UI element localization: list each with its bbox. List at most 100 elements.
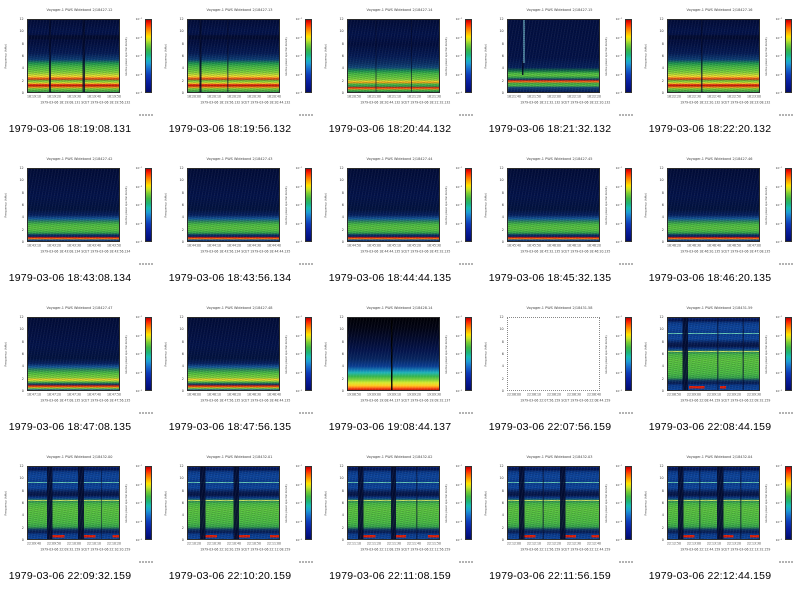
y-tick-label: 12 bbox=[339, 464, 344, 468]
scet-range-label: 1979-03-06 22:11:08.159 SCET 1979-03-06 … bbox=[360, 548, 451, 552]
y-tick-label: 8 bbox=[181, 339, 184, 344]
y-tick-label: 0 bbox=[661, 538, 664, 542]
panel-title: Voyager-1 PWS Wideband 2/18428.14 bbox=[366, 306, 433, 311]
y-tick-label: 6 bbox=[661, 54, 664, 58]
y-tick-label: 0 bbox=[21, 91, 24, 95]
y-axis-label: Frequency (kHz) bbox=[163, 341, 167, 367]
colorbar-tick-label: 10⁻² bbox=[295, 482, 302, 487]
scet-range-label: 1979-03-06 18:20:44.132 SCET 1979-03-06 … bbox=[360, 101, 451, 105]
x-tick-label: 22:10:20 bbox=[107, 542, 122, 546]
x-tick-label: 18:44:40 bbox=[267, 244, 282, 248]
plot-footnote-mark bbox=[779, 263, 794, 265]
x-tick-label: 22:12:10 bbox=[527, 542, 542, 546]
x-tick-label: 18:22:20 bbox=[667, 95, 682, 99]
y-axis-label-wrap: Frequency (kHz) bbox=[320, 168, 330, 242]
y-axis-label-wrap: Frequency (kHz) bbox=[480, 19, 490, 93]
y-tick-label: 10 bbox=[659, 476, 664, 481]
spectrogram-thumbnail[interactable]: Voyager-1 PWS Wideband 2/18431.58 Freque… bbox=[480, 298, 640, 447]
spectrogram-thumbnail[interactable]: Voyager-1 PWS Wideband 2/18427.46 Freque… bbox=[640, 149, 800, 298]
y-axis-label-wrap: Frequency (kHz) bbox=[0, 466, 10, 540]
y-tick-label: 6 bbox=[341, 352, 344, 356]
y-tick-label: 4 bbox=[501, 364, 504, 369]
spectrogram-thumbnail[interactable]: Voyager-1 PWS Wideband 2/18432.04 Freque… bbox=[640, 447, 800, 596]
spectrogram-thumbnail[interactable]: Voyager-1 PWS Wideband 2/18427.47 Freque… bbox=[0, 298, 160, 447]
y-axis-label-wrap: Frequency (kHz) bbox=[0, 317, 10, 391]
colorbar-tick-label: 10⁻³ bbox=[615, 54, 622, 58]
spectrogram-thumbnail[interactable]: Voyager-1 PWS Wideband 2/18427.12 Freque… bbox=[0, 0, 160, 149]
scet-range-label: 1979-03-06 22:12:44.159 SCET 1979-03-06 … bbox=[680, 548, 771, 552]
spectrogram-thumbnail[interactable]: Voyager-1 PWS Wideband 2/18432.02 Freque… bbox=[320, 447, 480, 596]
y-tick-label: 0 bbox=[341, 91, 344, 95]
x-tick-label: 18:20:00 bbox=[187, 95, 202, 99]
y-tick-label: 4 bbox=[181, 66, 184, 71]
spectrogram-thumbnail[interactable]: Voyager-1 PWS Wideband 2/18427.43 Freque… bbox=[160, 149, 320, 298]
y-tick-label: 6 bbox=[341, 54, 344, 58]
spectrogram-thumbnail[interactable]: Voyager-1 PWS Wideband 2/18427.13 Freque… bbox=[160, 0, 320, 149]
spectrogram-thumbnail[interactable]: Voyager-1 PWS Wideband 2/18432.00 Freque… bbox=[0, 447, 160, 596]
x-tick-label: 22:10:30 bbox=[207, 542, 222, 546]
colorbar-tick-labels: 10⁻¹ 10⁻² 10⁻³ 10⁻⁴ 10⁻⁵ bbox=[765, 17, 783, 95]
y-tick-label: 4 bbox=[181, 215, 184, 220]
x-tick-label: 18:44:00 bbox=[187, 244, 202, 248]
x-tick-label: 18:21:40 bbox=[507, 95, 522, 99]
y-axis-label: Frequency (kHz) bbox=[3, 192, 7, 218]
colorbar-tick-label: 10⁻² bbox=[135, 35, 142, 40]
plot-area bbox=[507, 19, 600, 93]
y-tick-label: 8 bbox=[501, 190, 504, 195]
y-tick-label: 4 bbox=[661, 364, 664, 369]
x-tick-label: 22:08:50 bbox=[667, 393, 682, 397]
y-tick-label: 4 bbox=[501, 215, 504, 220]
colorbar-gradient bbox=[465, 317, 472, 391]
colorbar-tick-label: 10⁻¹ bbox=[295, 17, 302, 21]
y-tick-label: 8 bbox=[501, 488, 504, 493]
y-tick-label: 12 bbox=[179, 464, 184, 468]
spectrogram-thumbnail[interactable]: Voyager-1 PWS Wideband 2/18427.16 Freque… bbox=[640, 0, 800, 149]
x-tick-label: 18:45:40 bbox=[507, 244, 522, 248]
colorbar-tick-labels: 10⁻¹ 10⁻² 10⁻³ 10⁻⁴ 10⁻⁵ bbox=[605, 464, 623, 542]
plot-area bbox=[187, 317, 280, 391]
y-tick-label: 6 bbox=[661, 203, 664, 207]
plot-footnote-mark bbox=[619, 114, 634, 116]
y-tick-labels: 12 10 8 6 4 2 0 bbox=[490, 17, 505, 95]
spectrogram-thumbnail[interactable]: Voyager-1 PWS Wideband 2/18427.44 Freque… bbox=[320, 149, 480, 298]
spectrogram-thumbnail[interactable]: Voyager-1 PWS Wideband 2/18432.03 Freque… bbox=[480, 447, 640, 596]
y-tick-label: 0 bbox=[661, 240, 664, 244]
colorbar-tick-label: 10⁻⁵ bbox=[615, 389, 622, 393]
spectrogram-thumbnail[interactable]: Voyager-1 PWS Wideband 2/18431.59 Freque… bbox=[640, 298, 800, 447]
y-tick-labels: 12 10 8 6 4 2 0 bbox=[650, 17, 665, 95]
colorbar-tick-labels: 10⁻¹ 10⁻² 10⁻³ 10⁻⁴ 10⁻⁵ bbox=[285, 166, 303, 244]
colorbar-tick-label: 10⁻² bbox=[615, 333, 622, 338]
colorbar-gradient bbox=[625, 317, 632, 391]
scet-range-label: 1979-03-06 22:08:44.159 SCET 1979-03-06 … bbox=[680, 399, 771, 403]
y-tick-label: 2 bbox=[21, 525, 24, 530]
panel-caption: 1979-03-06 18:43:08.134 bbox=[8, 272, 132, 284]
spectrogram-thumbnail[interactable]: Voyager-1 PWS Wideband 2/18427.42 Freque… bbox=[0, 149, 160, 298]
colorbar-tick-label: 10⁻⁴ bbox=[775, 72, 782, 77]
spectrogram-thumbnail[interactable]: Voyager-1 PWS Wideband 2/18432.01 Freque… bbox=[160, 447, 320, 596]
panel-caption: 1979-03-06 18:19:08.131 bbox=[8, 123, 132, 135]
x-tick-label: 18:45:50 bbox=[527, 244, 542, 248]
colorbar-tick-label: 10⁻⁴ bbox=[615, 519, 622, 524]
x-tick-label: 18:21:50 bbox=[527, 95, 542, 99]
x-tick-label: 22:13:10 bbox=[707, 542, 722, 546]
colorbar-gradient bbox=[145, 19, 152, 93]
x-tick-label: 22:10:00 bbox=[67, 542, 82, 546]
y-axis-label-wrap: Frequency (kHz) bbox=[0, 168, 10, 242]
y-tick-label: 8 bbox=[21, 488, 24, 493]
spectrogram-thumbnail[interactable]: Voyager-1 PWS Wideband 2/18427.48 Freque… bbox=[160, 298, 320, 447]
y-axis-label: Frequency (kHz) bbox=[643, 43, 647, 69]
panel-title: Voyager-1 PWS Wideband 2/18432.01 bbox=[206, 455, 273, 460]
panel-title: Voyager-1 PWS Wideband 2/18427.16 bbox=[686, 8, 753, 13]
plot-area bbox=[27, 466, 120, 540]
y-tick-label: 2 bbox=[661, 78, 664, 83]
spectrogram-thumbnail[interactable]: Voyager-1 PWS Wideband 2/18427.45 Freque… bbox=[480, 149, 640, 298]
spectrogram-thumbnail[interactable]: Voyager-1 PWS Wideband 2/18427.15 Freque… bbox=[480, 0, 640, 149]
plot-area bbox=[27, 19, 120, 93]
x-tick-label: 18:19:10 bbox=[27, 95, 42, 99]
colorbar-tick-label: 10⁻² bbox=[615, 184, 622, 189]
spectrogram-thumbnail[interactable]: Voyager-1 PWS Wideband 2/18428.14 Freque… bbox=[320, 298, 480, 447]
plot-footnote-mark bbox=[459, 263, 474, 265]
y-tick-label: 10 bbox=[659, 178, 664, 183]
spectrogram-thumbnail[interactable]: Voyager-1 PWS Wideband 2/18427.14 Freque… bbox=[320, 0, 480, 149]
x-tick-label: 22:13:20 bbox=[727, 542, 742, 546]
